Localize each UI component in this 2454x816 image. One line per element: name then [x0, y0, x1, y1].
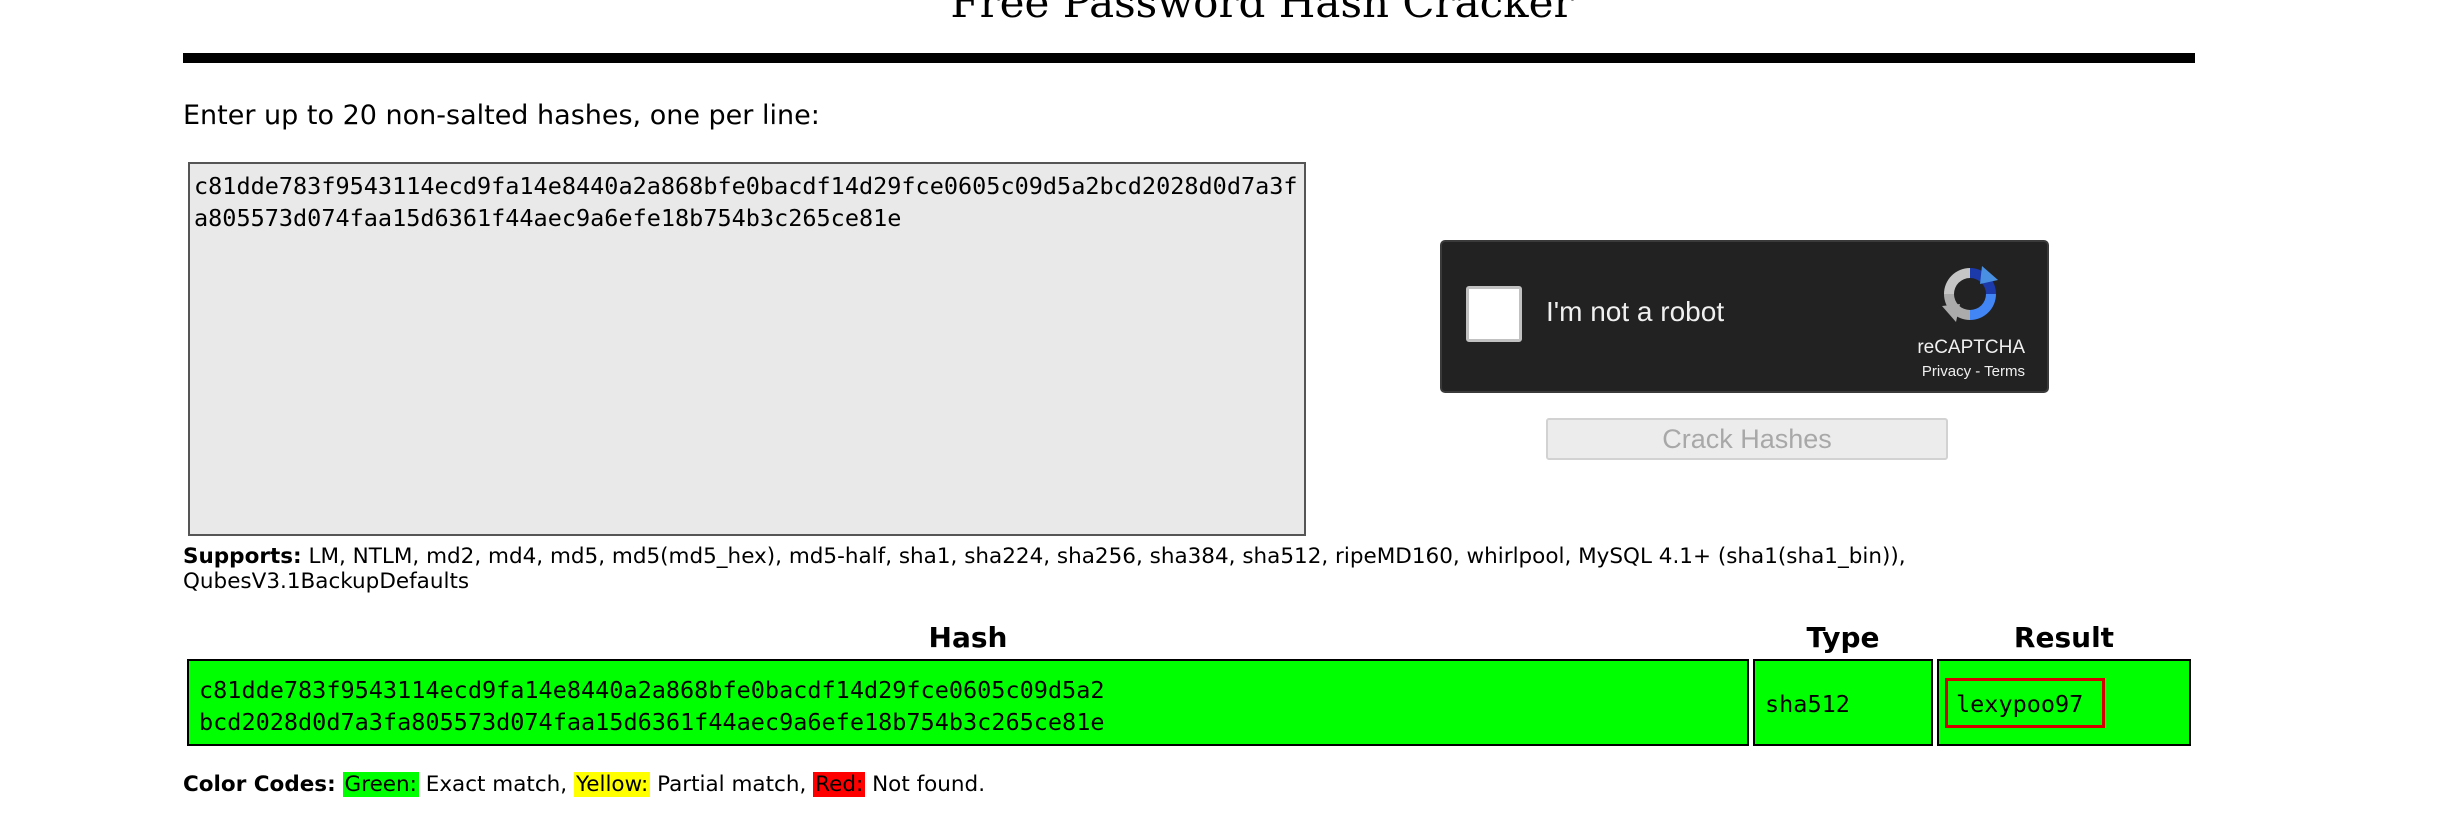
captcha-checkbox[interactable] — [1466, 286, 1522, 342]
red-description: Not found. — [865, 772, 986, 797]
column-header-hash: Hash — [928, 621, 1008, 654]
green-description: Exact match, — [418, 772, 574, 797]
captcha-links: Privacy - Terms — [1922, 362, 2025, 382]
captcha-label: I'm not a robot — [1546, 296, 1725, 327]
hash-input[interactable]: c81dde783f9543114ecd9fa14e8440a2a868bfe0… — [188, 162, 1306, 536]
red-swatch: Red: — [813, 772, 866, 797]
column-header-result: Result — [2013, 621, 2115, 654]
link-separator: - — [1971, 363, 1985, 380]
recaptcha-logo-icon — [1942, 266, 1998, 322]
result-value-cell: lexypoo97 — [1937, 659, 2191, 746]
crack-hashes-button[interactable]: Crack Hashes — [1546, 418, 1948, 460]
supported-formats: Supports: LM, NTLM, md2, md4, md5, md5(m… — [183, 544, 2183, 594]
recaptcha-brand: reCAPTCHA — [1917, 337, 2025, 358]
privacy-link[interactable]: Privacy — [1922, 363, 1971, 380]
instructions-text: Enter up to 20 non-salted hashes, one pe… — [183, 100, 820, 131]
supports-list: LM, NTLM, md2, md4, md5, md5(md5_hex), m… — [183, 544, 1906, 594]
page-title: Free Password Hash Cracker — [950, 0, 1574, 27]
yellow-swatch: Yellow: — [573, 772, 651, 797]
color-codes-label: Color Codes: — [183, 772, 336, 797]
color-codes-legend: Color Codes: Green: Exact match, Yellow:… — [183, 770, 985, 800]
yellow-description: Partial match, — [650, 772, 814, 797]
cracked-password: lexypoo97 — [1945, 678, 2105, 728]
result-type-cell: sha512 — [1753, 659, 1933, 746]
title-divider — [183, 53, 2195, 63]
column-header-type: Type — [1806, 621, 1880, 654]
green-swatch: Green: — [342, 772, 419, 797]
terms-link[interactable]: Terms — [1984, 363, 2025, 380]
recaptcha-widget: I'm not a robot reCAPTCHA Privacy - Term… — [1440, 240, 2049, 393]
result-hash-cell: c81dde783f9543114ecd9fa14e8440a2a868bfe0… — [187, 659, 1749, 746]
supports-label: Supports: — [183, 544, 302, 569]
